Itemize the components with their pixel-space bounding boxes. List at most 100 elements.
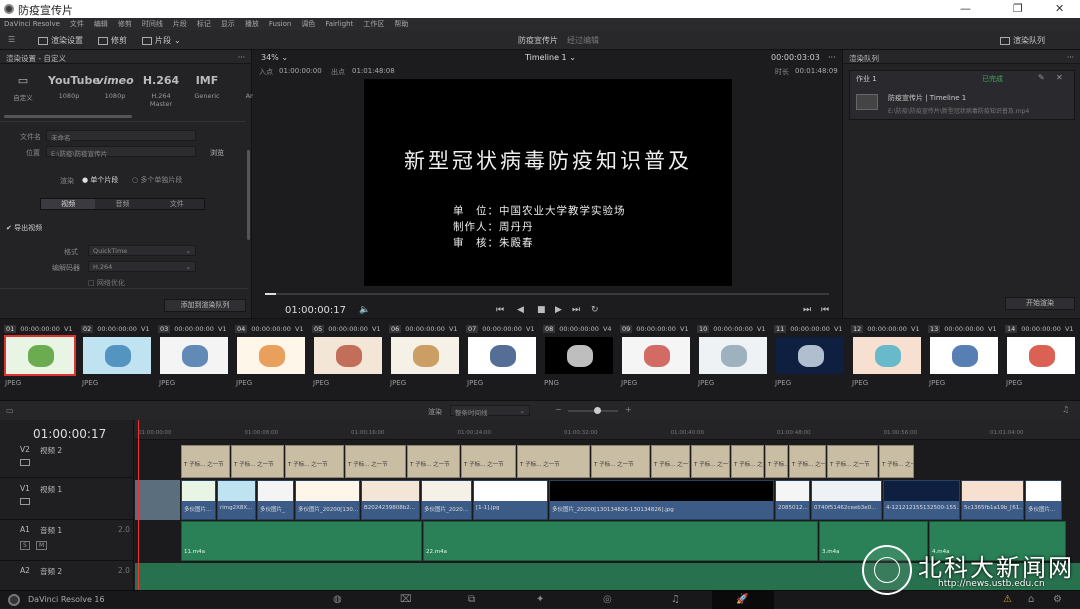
stop-icon[interactable]: ■ (537, 305, 546, 315)
skip-to-start-icon[interactable]: ⏮ (496, 305, 504, 315)
media-clip[interactable]: 10 00:00:00:00 V1 JPEG (695, 323, 771, 398)
close-icon[interactable]: ✕ (1056, 73, 1063, 82)
video-clip[interactable]: 多伙图片... (1025, 480, 1062, 520)
media-clip[interactable]: 06 00:00:00:00 V1 JPEG (387, 323, 463, 398)
menu-item[interactable]: 播放 (245, 19, 259, 29)
video-clip[interactable]: [1-1].jpg (473, 480, 548, 520)
title-clip[interactable]: T 子标... 之一节 (407, 445, 460, 478)
deliver-page-tab[interactable]: 🚀 (712, 591, 774, 609)
color-page-icon[interactable]: ◎ (603, 594, 612, 605)
tab-file[interactable]: 文件 (150, 199, 204, 209)
filename-field[interactable]: 未命名 (46, 130, 196, 142)
video-clip[interactable]: 4-121212155132500-155... (883, 480, 960, 520)
video-clip[interactable]: 多伙图片_ (257, 480, 294, 520)
menu-item[interactable]: 帮助 (394, 19, 408, 29)
cut-page-icon[interactable]: ⌧ (400, 594, 412, 605)
zoom-slider-handle[interactable] (594, 407, 601, 414)
step-back-icon[interactable]: ◀ (517, 305, 524, 315)
render-range-select[interactable]: 整条时间线 ⌄ (450, 405, 530, 417)
menu-item[interactable]: 文件 (70, 19, 84, 29)
close-icon[interactable]: ✕ (1055, 2, 1064, 15)
video-clip[interactable]: B2024239808b2... (361, 480, 420, 520)
title-clip[interactable]: T 子标... 之一节 (651, 445, 690, 478)
more-options-icon[interactable]: ··· (828, 53, 836, 62)
title-clip[interactable]: T 子标... 之一节 (181, 445, 230, 478)
track-monitor-icon[interactable] (20, 459, 30, 466)
prev-edit-icon[interactable]: ⏮ (821, 305, 829, 315)
track-header-a2[interactable]: A2 音频 2 2.0 (0, 562, 134, 590)
title-clip[interactable]: T 子标... 之一节 (789, 445, 826, 478)
edit-page-icon[interactable]: ⧉ (468, 594, 475, 605)
maximize-icon[interactable]: ❐ (1013, 2, 1023, 15)
more-options-icon[interactable]: ··· (238, 53, 245, 62)
audio-meter-icon[interactable]: ♫ (1062, 405, 1069, 414)
media-clip[interactable]: 12 00:00:00:00 V1 JPEG (849, 323, 925, 398)
add-to-render-queue-button[interactable]: 添加到渲染队列 (164, 299, 246, 312)
zoom-out-icon[interactable]: − (555, 405, 562, 414)
media-clip[interactable]: 08 00:00:00:00 V4 PNG (541, 323, 617, 398)
menu-item[interactable]: 修剪 (118, 19, 132, 29)
zoom-in-icon[interactable]: + (625, 405, 632, 414)
title-clip[interactable]: T 子标... 之一节 (731, 445, 764, 478)
scrubber-bar[interactable] (265, 293, 829, 295)
panel-toggle-icon[interactable]: ☰ (8, 35, 15, 44)
video-clip[interactable]: rimg2X8X... (217, 480, 256, 520)
render-job-card[interactable]: 作业 1 已完成 ✎ ✕ 防疫宣传片 | Timeline 1 E:\防疫\防疫… (849, 70, 1075, 120)
format-select[interactable]: QuickTime ⌄ (88, 245, 196, 256)
title-clip[interactable]: T 子标... 之一节 (461, 445, 516, 478)
export-video-checkbox[interactable]: ✔ 导出视频 (6, 223, 42, 233)
solo-button[interactable]: S (20, 541, 30, 550)
video-clip[interactable]: 2085012... (775, 480, 810, 520)
menu-item[interactable]: 时间线 (142, 19, 163, 29)
render-preset[interactable]: YouTube 1080p (48, 70, 100, 100)
track-header-v2[interactable]: V2 视频 2 (0, 445, 134, 478)
track-monitor-icon[interactable] (20, 498, 30, 505)
video-clip[interactable]: 多伙图片_20200[130134826-130134826].jpg (549, 480, 774, 520)
mute-button[interactable]: M (36, 541, 48, 550)
settings-scrollbar[interactable] (247, 150, 250, 240)
tab-audio[interactable]: 音频 (95, 199, 149, 209)
media-clip[interactable]: 03 00:00:00:00 V1 JPEG (156, 323, 232, 398)
title-clip[interactable]: T 子标... 之一节 (691, 445, 730, 478)
title-clip[interactable]: T 子标... 之一节 (345, 445, 406, 478)
start-render-button[interactable]: 开始渲染 (1005, 297, 1075, 310)
volume-icon[interactable]: 🔈 (359, 305, 370, 315)
media-clip[interactable]: 01 00:00:00:00 V1 JPEG (2, 323, 78, 398)
zoom-slider[interactable] (568, 407, 618, 414)
menu-item[interactable]: Fairlight (325, 20, 353, 28)
video-clip[interactable]: 多伙图片_2020... (421, 480, 472, 520)
menu-item[interactable]: 显示 (221, 19, 235, 29)
title-clip[interactable]: T 子标... 之一节 (765, 445, 788, 478)
media-clip[interactable]: 04 00:00:00:00 V1 JPEG (233, 323, 309, 398)
title-clip[interactable]: T 子标... 之一节 (231, 445, 284, 478)
timeline-selector[interactable]: Timeline 1 ⌄ (525, 53, 576, 62)
minimize-icon[interactable]: — (960, 2, 971, 15)
transition-clip[interactable] (135, 480, 180, 520)
preset-scrollbar[interactable] (4, 115, 132, 118)
title-clip[interactable]: T 子标... 之一节 (879, 445, 914, 478)
single-clip-radio[interactable]: ● 单个片段 (82, 175, 118, 185)
menu-item[interactable]: 工作区 (363, 19, 384, 29)
render-preset[interactable]: H.264 H.264 Master (140, 70, 182, 108)
track-header-a1[interactable]: A1 音频 1 2.0 S M (0, 521, 134, 561)
render-preset[interactable]: IMF Generic (186, 70, 228, 100)
fairlight-page-icon[interactable]: ♫ (671, 594, 680, 605)
media-clip[interactable]: 05 00:00:00:00 V1 JPEG (310, 323, 386, 398)
clips-dropdown[interactable]: 片段 ⌄ (142, 35, 181, 46)
menu-item[interactable]: 片段 (173, 19, 187, 29)
media-clip[interactable]: 07 00:00:00:00 V1 JPEG (464, 323, 540, 398)
render-preset[interactable]: vimeo 1080p (94, 70, 136, 100)
fusion-page-icon[interactable]: ✦ (536, 594, 544, 605)
zoom-level[interactable]: 34% ⌄ (261, 53, 288, 62)
tab-video[interactable]: 视频 (41, 199, 96, 209)
audio-clip[interactable]: 22.m4a (423, 521, 818, 561)
media-clip[interactable]: 14 00:00:00:00 V1 JPEG (1003, 323, 1079, 398)
browse-button[interactable]: 浏览 (210, 148, 224, 158)
menu-item[interactable]: 编辑 (94, 19, 108, 29)
media-page-icon[interactable]: ◍ (333, 594, 342, 605)
render-preset[interactable]: ▭ 自定义 (2, 70, 44, 102)
video-clip[interactable]: 0740f51462ceeb3e0... (811, 480, 882, 520)
render-queue-button[interactable]: 渲染队列 (1000, 35, 1045, 46)
skip-to-end-icon[interactable]: ⏭ (572, 305, 580, 315)
clip-button[interactable]: 修剪 (98, 35, 127, 46)
